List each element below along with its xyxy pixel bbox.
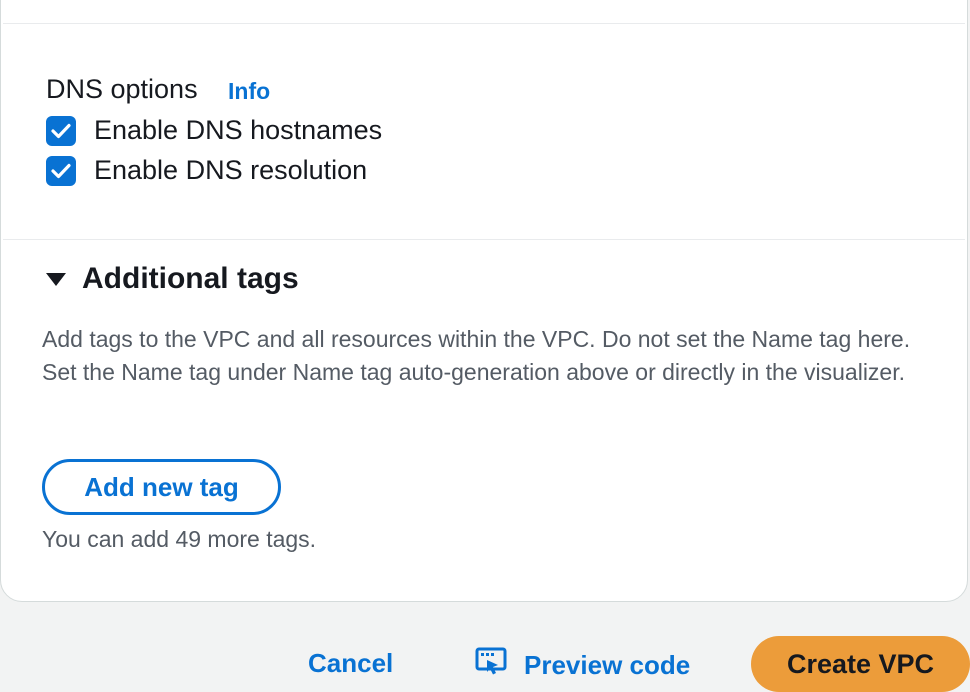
enable-dns-hostnames-checkbox[interactable]: Enable DNS hostnames (46, 115, 382, 146)
dns-options-title: DNS options (46, 74, 198, 104)
additional-tags-description: Add tags to the VPC and all resources wi… (42, 326, 911, 385)
checkbox-label: Enable DNS resolution (94, 155, 368, 185)
create-vpc-button[interactable]: Create VPC (751, 636, 970, 692)
dns-options-info-link[interactable]: Info (228, 78, 270, 105)
code-preview-icon (474, 646, 510, 685)
preview-code-button[interactable]: Preview code (474, 646, 690, 685)
additional-tags-title: Additional tags (82, 262, 299, 295)
section-divider (3, 23, 965, 24)
tags-remaining-text: You can add 49 more tags. (42, 526, 317, 552)
add-new-tag-button[interactable]: Add new tag (42, 459, 281, 515)
checkbox-checked-icon[interactable] (46, 155, 76, 186)
enable-dns-resolution-checkbox[interactable]: Enable DNS resolution (46, 155, 367, 186)
additional-tags-toggle[interactable]: Additional tags (46, 262, 299, 296)
preview-code-label: Preview code (524, 650, 691, 680)
checkbox-checked-icon[interactable] (46, 115, 76, 146)
cancel-button[interactable]: Cancel (308, 648, 393, 679)
caret-down-icon (46, 272, 66, 286)
checkbox-label: Enable DNS hostnames (94, 115, 383, 145)
section-divider (3, 239, 965, 240)
